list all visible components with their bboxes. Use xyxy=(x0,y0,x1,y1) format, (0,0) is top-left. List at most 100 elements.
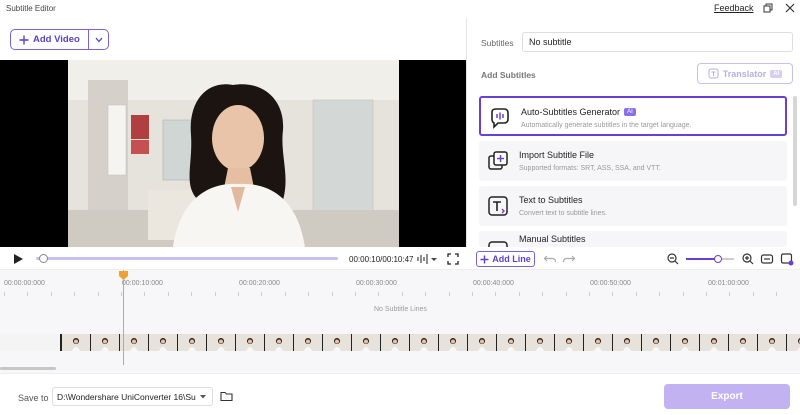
ruler-tick xyxy=(332,292,333,296)
timeline[interactable]: 00:00:00:000 00:00:10:000 00:00:20:000 0… xyxy=(0,270,800,373)
zoom-out-icon[interactable] xyxy=(666,252,680,266)
ruler-label: 00:00:00:000 xyxy=(4,280,45,287)
zoom-knob[interactable] xyxy=(714,255,722,263)
ruler-label: 00:00:40:000 xyxy=(473,280,514,287)
ruler-tick xyxy=(683,292,684,296)
add-video-split-button: Add Video xyxy=(10,29,109,50)
option-description: Supported formats: SRT, ASS, SSA, and VT… xyxy=(519,165,661,172)
video-filmstrip[interactable] xyxy=(0,334,800,351)
settings-image-icon[interactable] xyxy=(780,252,794,266)
add-line-label: Add Line xyxy=(492,254,531,264)
ruler-tick xyxy=(636,292,637,296)
filmstrip-frame xyxy=(0,334,60,351)
ruler-tick xyxy=(191,292,192,296)
timeline-scrollbar[interactable] xyxy=(0,367,56,370)
translator-ai-badge: AI xyxy=(770,69,783,78)
import-file-icon xyxy=(488,151,508,170)
filmstrip-frame xyxy=(323,334,351,351)
manual-subtitles-icon xyxy=(488,241,508,247)
filmstrip-frame xyxy=(613,334,641,351)
folder-icon[interactable] xyxy=(220,390,233,402)
ruler-tick xyxy=(659,292,660,296)
subtitles-label: Subtitles xyxy=(481,38,514,48)
player-controls: 00:00:10/00:10:47 Add Line xyxy=(0,247,800,270)
undo-icon[interactable] xyxy=(543,252,557,266)
video-frame xyxy=(68,60,399,247)
option-manual-subtitles[interactable]: Manual Subtitles xyxy=(479,231,787,247)
option-title: Import Subtitle File xyxy=(519,150,595,160)
filmstrip-frame xyxy=(555,334,583,351)
ruler-tick xyxy=(238,292,239,296)
ruler-tick xyxy=(729,292,730,296)
subtitles-select[interactable]: No subtitle xyxy=(522,32,793,52)
ruler-tick xyxy=(308,292,309,296)
playhead[interactable] xyxy=(123,270,124,365)
ruler-tick xyxy=(144,292,145,296)
filmstrip-frame xyxy=(729,334,757,351)
ruler-tick xyxy=(215,292,216,296)
ruler-tick xyxy=(168,292,169,296)
playback-progress[interactable] xyxy=(36,254,338,263)
play-icon[interactable] xyxy=(12,253,24,265)
filmstrip-frame xyxy=(497,334,525,351)
filmstrip-frame xyxy=(671,334,699,351)
ruler-tick xyxy=(98,292,99,296)
filmstrip-frame xyxy=(758,334,786,351)
feedback-link[interactable]: Feedback xyxy=(714,3,754,13)
translate-icon xyxy=(708,68,719,79)
audio-waveform-icon[interactable] xyxy=(416,252,430,266)
filmstrip-frame xyxy=(410,334,438,351)
close-window-button[interactable] xyxy=(783,1,797,15)
filmstrip-frame xyxy=(149,334,177,351)
option-import-subtitle-file[interactable]: Import Subtitle File Supported formats: … xyxy=(479,141,787,181)
time-display: 00:00:10/00:10:47 xyxy=(349,255,414,264)
zoom-slider[interactable] xyxy=(686,255,734,263)
option-title: Auto-Subtitles Generator AI xyxy=(521,107,636,117)
ruler-tick xyxy=(589,292,590,296)
options-scrollbar[interactable] xyxy=(793,96,797,206)
filmstrip-frame xyxy=(207,334,235,351)
playhead-handle[interactable] xyxy=(119,271,128,280)
filmstrip-frame xyxy=(526,334,554,351)
add-video-dropdown[interactable] xyxy=(88,30,108,49)
zoom-in-icon[interactable] xyxy=(741,252,755,266)
option-title: Manual Subtitles xyxy=(519,234,586,244)
fit-timeline-icon[interactable] xyxy=(760,252,774,266)
output-path-value: D:\Wondershare UniConverter 16\Su xyxy=(57,391,196,402)
filmstrip-frame xyxy=(265,334,293,351)
ruler-label: 00:00:50:000 xyxy=(590,280,631,287)
filmstrip-frame xyxy=(381,334,409,351)
video-preview[interactable] xyxy=(0,60,466,247)
ruler-tick xyxy=(542,292,543,296)
restore-window-button[interactable] xyxy=(761,1,775,15)
add-video-button[interactable]: Add Video xyxy=(11,30,88,49)
restore-icon xyxy=(763,3,773,13)
title-bar: Subtitle Editor Feedback xyxy=(0,0,800,18)
output-path-select[interactable]: D:\Wondershare UniConverter 16\Su xyxy=(52,387,213,406)
filmstrip-frame xyxy=(352,334,380,351)
option-text-to-subtitles[interactable]: Text to Subtitles Convert text to subtit… xyxy=(479,186,787,226)
translator-button[interactable]: Translator AI xyxy=(697,63,793,84)
ruler-tick xyxy=(425,292,426,296)
ruler-tick xyxy=(753,292,754,296)
empty-subtitle-message: No Subtitle Lines xyxy=(374,306,427,313)
footer: Save to D:\Wondershare UniConverter 16\S… xyxy=(0,373,800,415)
add-line-button[interactable]: Add Line xyxy=(476,251,535,267)
filmstrip-frame xyxy=(91,334,119,351)
translator-label: Translator xyxy=(722,68,767,79)
ruler-tick xyxy=(261,292,262,296)
ruler-tick xyxy=(519,292,520,296)
option-title: Text to Subtitles xyxy=(519,195,583,205)
export-button[interactable]: Export xyxy=(664,384,790,409)
ruler-tick xyxy=(776,292,777,296)
ruler-tick xyxy=(4,292,5,296)
progress-knob[interactable] xyxy=(39,254,48,263)
redo-icon[interactable] xyxy=(562,252,576,266)
ruler-label: 00:01:00:000 xyxy=(708,280,749,287)
fullscreen-icon[interactable] xyxy=(446,252,460,266)
close-icon xyxy=(785,3,795,13)
option-auto-subtitles[interactable]: Auto-Subtitles Generator AI Automatically… xyxy=(479,96,787,136)
chevron-down-icon[interactable] xyxy=(430,252,438,266)
ruler-tick xyxy=(378,292,379,296)
filmstrip-frame xyxy=(787,334,800,351)
